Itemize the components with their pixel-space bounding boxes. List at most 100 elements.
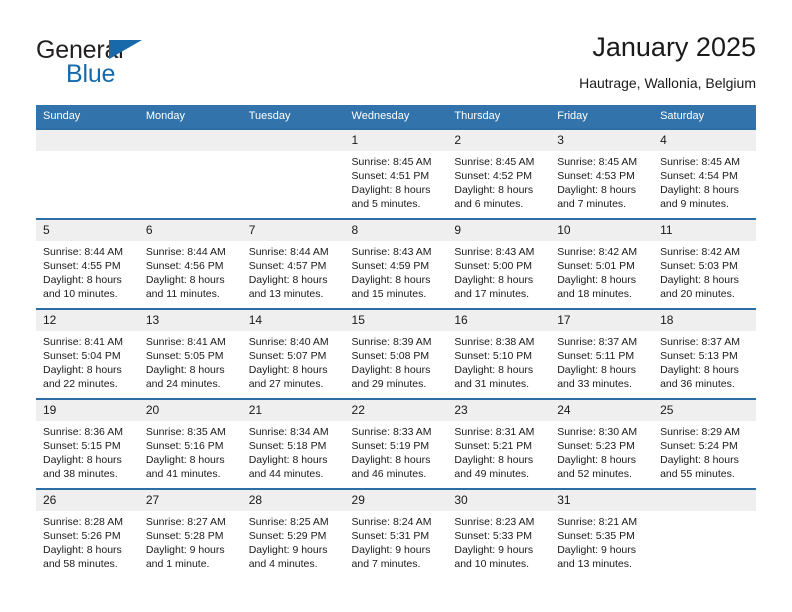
- sunrise-text: Sunrise: 8:27 AM: [145, 516, 226, 528]
- calendar-day-cell[interactable]: 16 Sunrise: 8:38 AM Sunset: 5:10 PM Dayligh…: [447, 308, 551, 399]
- day-number: 13: [138, 310, 242, 331]
- day-details: Sunrise: 8:39 AM Sunset: 5:08 PM Daylight:…: [345, 331, 448, 391]
- calendar-day-cell[interactable]: 26 Sunrise: 8:28 AM Sunset: 5:26 PM Dayligh…: [36, 488, 139, 578]
- day-details: [242, 151, 345, 155]
- day-number: 7: [241, 220, 345, 241]
- day-number: [653, 490, 756, 511]
- calendar-day-cell[interactable]: 11 Sunrise: 8:42 AM Sunset: 5:03 PM Dayligh…: [653, 218, 756, 309]
- calendar-day-cell[interactable]: 15 Sunrise: 8:39 AM Sunset: 5:08 PM Dayligh…: [344, 308, 448, 399]
- calendar-day-cell[interactable]: 19 Sunrise: 8:36 AM Sunset: 5:15 PM Dayligh…: [36, 398, 139, 489]
- weekday-header-tuesday: Tuesday: [241, 105, 345, 129]
- daylight-text-line1: Daylight: 8 hours: [454, 454, 534, 466]
- day-details: Sunrise: 8:42 AM Sunset: 5:03 PM Daylight:…: [653, 241, 756, 301]
- calendar-page: General Blue January 2025 Hautrage, Wall…: [0, 0, 792, 612]
- day-details: Sunrise: 8:44 AM Sunset: 4:55 PM Daylight:…: [36, 241, 139, 301]
- calendar-day-cell[interactable]: 2 Sunrise: 8:45 AM Sunset: 4:52 PM Daylight…: [447, 128, 551, 219]
- daylight-text-line1: Daylight: 8 hours: [351, 274, 431, 286]
- day-number: 18: [653, 310, 756, 331]
- sunset-text: Sunset: 5:26 PM: [43, 530, 121, 542]
- calendar-day-cell[interactable]: 5 Sunrise: 8:44 AM Sunset: 4:55 PM Daylight…: [36, 218, 139, 309]
- daylight-text-line1: Daylight: 8 hours: [145, 454, 225, 466]
- day-details: Sunrise: 8:29 AM Sunset: 5:24 PM Daylight:…: [653, 421, 756, 481]
- calendar-day-cell[interactable]: 31 Sunrise: 8:21 AM Sunset: 5:35 PM Dayligh…: [550, 488, 654, 578]
- daylight-text-line2: and 33 minutes.: [557, 378, 632, 390]
- calendar-day-cell[interactable]: 12 Sunrise: 8:41 AM Sunset: 5:04 PM Dayligh…: [36, 308, 139, 399]
- sunset-text: Sunset: 5:23 PM: [557, 440, 635, 452]
- daylight-text-line2: and 10 minutes.: [454, 558, 530, 570]
- daylight-text-line2: and 13 minutes.: [248, 288, 324, 300]
- daylight-text-line2: and 18 minutes.: [557, 288, 632, 300]
- calendar-day-cell[interactable]: 10 Sunrise: 8:42 AM Sunset: 5:01 PM Dayligh…: [550, 218, 654, 309]
- day-details: Sunrise: 8:45 AM Sunset: 4:52 PM Daylight:…: [447, 151, 550, 211]
- sunrise-text: Sunrise: 8:42 AM: [557, 246, 638, 258]
- day-number: 14: [241, 310, 345, 331]
- general-blue-logo[interactable]: General Blue: [36, 36, 236, 92]
- sunrise-text: Sunrise: 8:44 AM: [248, 246, 329, 258]
- day-details: Sunrise: 8:37 AM Sunset: 5:13 PM Daylight:…: [653, 331, 756, 391]
- sunset-text: Sunset: 4:57 PM: [248, 260, 327, 272]
- daylight-text-line1: Daylight: 8 hours: [43, 274, 122, 286]
- calendar-day-cell[interactable]: 1 Sunrise: 8:45 AM Sunset: 4:51 PM Daylight…: [344, 128, 448, 219]
- calendar-day-cell[interactable]: 8 Sunrise: 8:43 AM Sunset: 4:59 PM Daylight…: [344, 218, 448, 309]
- calendar-day-cell[interactable]: 22 Sunrise: 8:33 AM Sunset: 5:19 PM Dayligh…: [344, 398, 448, 489]
- calendar-day-cell[interactable]: 7 Sunrise: 8:44 AM Sunset: 4:57 PM Daylight…: [241, 218, 345, 309]
- day-number: 11: [653, 220, 756, 241]
- daylight-text-line1: Daylight: 8 hours: [557, 364, 637, 376]
- sunrise-text: Sunrise: 8:24 AM: [351, 516, 432, 528]
- day-details: Sunrise: 8:44 AM Sunset: 4:56 PM Daylight:…: [139, 241, 242, 301]
- day-number: 8: [344, 220, 448, 241]
- calendar-day-cell[interactable]: 9 Sunrise: 8:43 AM Sunset: 5:00 PM Daylight…: [447, 218, 551, 309]
- calendar-day-cell[interactable]: 6 Sunrise: 8:44 AM Sunset: 4:56 PM Daylight…: [138, 218, 242, 309]
- sunset-text: Sunset: 5:31 PM: [351, 530, 430, 542]
- calendar-day-cell[interactable]: 28 Sunrise: 8:25 AM Sunset: 5:29 PM Dayligh…: [241, 488, 345, 578]
- day-details: [36, 151, 139, 155]
- calendar-day-cell[interactable]: 3 Sunrise: 8:45 AM Sunset: 4:53 PM Daylight…: [550, 128, 654, 219]
- weekday-header-friday: Friday: [550, 105, 654, 129]
- day-details: Sunrise: 8:21 AM Sunset: 5:35 PM Daylight:…: [550, 511, 653, 571]
- day-details: Sunrise: 8:31 AM Sunset: 5:21 PM Daylight:…: [447, 421, 550, 481]
- sunset-text: Sunset: 5:04 PM: [43, 350, 121, 362]
- sunrise-text: Sunrise: 8:41 AM: [145, 336, 226, 348]
- calendar-day-cell[interactable]: 4 Sunrise: 8:45 AM Sunset: 4:54 PM Daylight…: [653, 128, 756, 219]
- calendar-day-cell[interactable]: 27 Sunrise: 8:27 AM Sunset: 5:28 PM Dayligh…: [138, 488, 242, 578]
- sunrise-text: Sunrise: 8:33 AM: [351, 426, 432, 438]
- weekday-header-wednesday: Wednesday: [344, 105, 448, 129]
- calendar-day-cell-empty: [653, 488, 756, 578]
- day-number: 3: [550, 130, 654, 151]
- day-details: Sunrise: 8:43 AM Sunset: 5:00 PM Daylight:…: [447, 241, 550, 301]
- calendar-day-cell[interactable]: 30 Sunrise: 8:23 AM Sunset: 5:33 PM Dayligh…: [447, 488, 551, 578]
- calendar-day-cell[interactable]: 18 Sunrise: 8:37 AM Sunset: 5:13 PM Dayligh…: [653, 308, 756, 399]
- day-number: 26: [36, 490, 139, 511]
- sunset-text: Sunset: 5:35 PM: [557, 530, 635, 542]
- sunset-text: Sunset: 5:21 PM: [454, 440, 533, 452]
- calendar-day-cell[interactable]: 23 Sunrise: 8:31 AM Sunset: 5:21 PM Dayligh…: [447, 398, 551, 489]
- daylight-text-line2: and 10 minutes.: [43, 288, 118, 300]
- daylight-text-line2: and 24 minutes.: [145, 378, 221, 390]
- daylight-text-line2: and 41 minutes.: [145, 468, 221, 480]
- calendar-day-cell[interactable]: 13 Sunrise: 8:41 AM Sunset: 5:05 PM Dayligh…: [138, 308, 242, 399]
- sunset-text: Sunset: 5:33 PM: [454, 530, 533, 542]
- calendar-day-cell[interactable]: 21 Sunrise: 8:34 AM Sunset: 5:18 PM Dayligh…: [241, 398, 345, 489]
- day-details: Sunrise: 8:45 AM Sunset: 4:54 PM Daylight:…: [653, 151, 756, 211]
- day-number: 9: [447, 220, 551, 241]
- sunset-text: Sunset: 4:54 PM: [660, 170, 738, 182]
- calendar-day-cell[interactable]: 25 Sunrise: 8:29 AM Sunset: 5:24 PM Dayligh…: [653, 398, 756, 489]
- location-subtitle: Hautrage, Wallonia, Belgium: [579, 75, 756, 91]
- daylight-text-line1: Daylight: 8 hours: [660, 364, 739, 376]
- daylight-text-line1: Daylight: 8 hours: [43, 364, 122, 376]
- day-number: 1: [344, 130, 448, 151]
- calendar-day-cell[interactable]: 17 Sunrise: 8:37 AM Sunset: 5:11 PM Dayligh…: [550, 308, 654, 399]
- daylight-text-line2: and 46 minutes.: [351, 468, 427, 480]
- day-number: 30: [447, 490, 551, 511]
- calendar-day-cell[interactable]: 24 Sunrise: 8:30 AM Sunset: 5:23 PM Dayligh…: [550, 398, 654, 489]
- calendar-day-cell[interactable]: 29 Sunrise: 8:24 AM Sunset: 5:31 PM Dayligh…: [344, 488, 448, 578]
- daylight-text-line2: and 7 minutes.: [351, 558, 421, 570]
- daylight-text-line1: Daylight: 8 hours: [43, 544, 122, 556]
- sunrise-text: Sunrise: 8:39 AM: [351, 336, 432, 348]
- day-details: Sunrise: 8:33 AM Sunset: 5:19 PM Daylight:…: [345, 421, 448, 481]
- calendar-day-cell[interactable]: 14 Sunrise: 8:40 AM Sunset: 5:07 PM Dayligh…: [241, 308, 345, 399]
- daylight-text-line2: and 13 minutes.: [557, 558, 632, 570]
- calendar-day-cell[interactable]: 20 Sunrise: 8:35 AM Sunset: 5:16 PM Dayligh…: [138, 398, 242, 489]
- day-details: Sunrise: 8:41 AM Sunset: 5:05 PM Daylight:…: [139, 331, 242, 391]
- daylight-text-line1: Daylight: 8 hours: [454, 364, 534, 376]
